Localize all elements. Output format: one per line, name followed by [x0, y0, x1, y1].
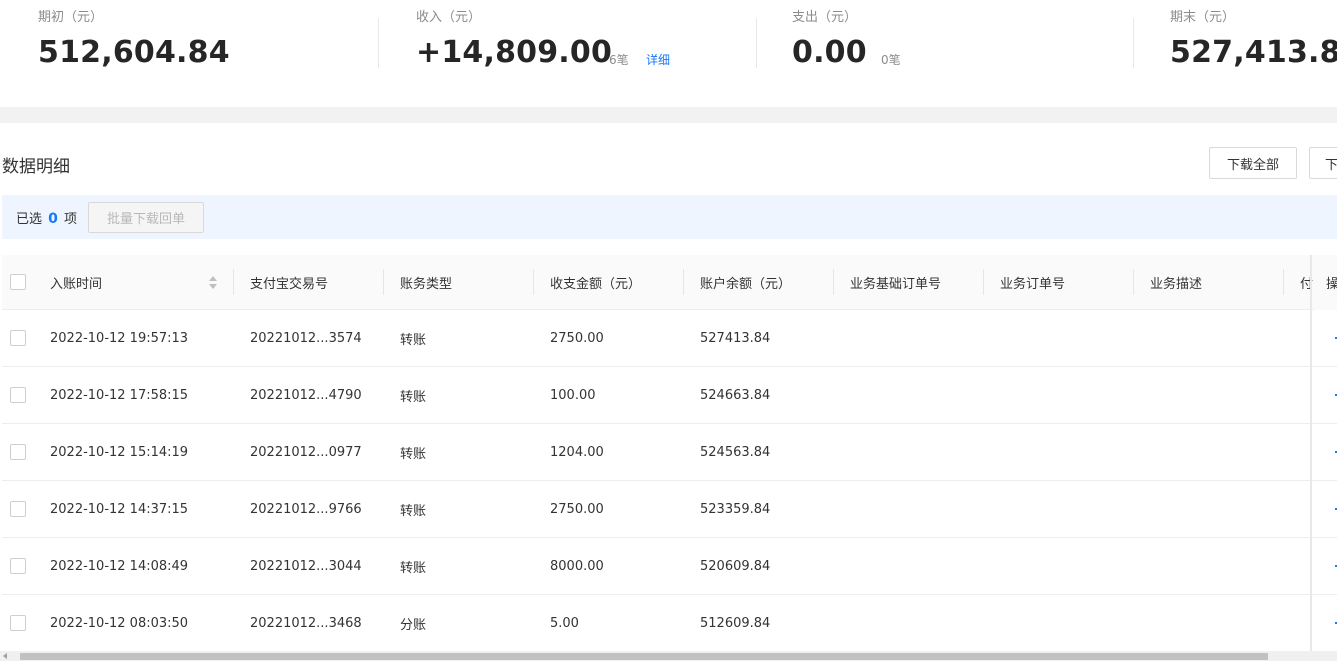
cell-time: 2022-10-12 14:08:49 — [50, 558, 189, 574]
selection-prefix: 已选 — [16, 212, 43, 227]
column-header-amount-label: 收支金额（元） — [550, 277, 642, 292]
selection-bar: 已选 0 项 批量下载回单 — [2, 195, 1337, 239]
cell-trade-no: 20221012...4790 — [250, 387, 362, 403]
column-header-type: 账务类型 — [384, 255, 534, 310]
cell-trade-no: 20221012...3044 — [250, 558, 362, 574]
summary-panel: 期初（元） 512,604.84 收入（元） +14,809.00 6笔 详细 … — [0, 0, 1337, 107]
cell-type: 转账 — [400, 503, 427, 519]
cell-time: 2022-10-12 19:57:13 — [50, 330, 189, 346]
scroll-left-icon[interactable] — [3, 653, 7, 659]
column-header-amount: 收支金额（元） — [534, 255, 684, 310]
income-detail-link[interactable]: 详细 — [646, 51, 670, 68]
column-header-order-label: 业务订单号 — [1000, 277, 1066, 292]
section-title: 数据明细 — [2, 157, 70, 177]
divider — [1133, 18, 1134, 68]
expense-count: 0笔 — [881, 53, 901, 67]
cell-type: 转账 — [400, 560, 427, 576]
transactions-table: 入账时间 支付宝交易号 账务类型 收支金额（元） 账户余额（元） 业务基础订单号… — [2, 255, 1337, 651]
table-row[interactable]: 2022-10-12 17:58:15 20221012...4790 转账 100.… — [2, 367, 1337, 424]
cell-time: 2022-10-12 08:03:50 — [50, 615, 189, 631]
download-button[interactable]: 下 — [1309, 147, 1337, 179]
income-amount: +14,809.00 — [416, 35, 613, 70]
fixed-column-divider — [1310, 255, 1312, 651]
cell-type: 转账 — [400, 332, 427, 348]
table-row[interactable]: 2022-10-12 14:37:15 20221012...9766 转账 2750… — [2, 481, 1337, 538]
cell-balance: 523359.84 — [700, 501, 771, 517]
horizontal-scrollbar[interactable] — [0, 651, 1337, 661]
column-header-payer: 付 — [1284, 255, 1313, 310]
cell-balance: 524663.84 — [700, 387, 771, 403]
selection-status: 已选 0 项 — [16, 208, 77, 227]
column-header-time[interactable]: 入账时间 — [2, 255, 234, 310]
income-card: 收入（元） +14,809.00 6笔 详细 — [416, 0, 746, 107]
column-header-desc: 业务描述 — [1134, 255, 1284, 310]
expense-label: 支出（元） — [792, 10, 858, 25]
download-all-button[interactable]: 下载全部 — [1209, 147, 1297, 179]
cell-time: 2022-10-12 14:37:15 — [50, 501, 189, 517]
cell-time: 2022-10-12 17:58:15 — [50, 387, 189, 403]
cell-trade-no: 20221012...9766 — [250, 501, 362, 517]
cell-amount: 100.00 — [550, 387, 596, 403]
cell-trade-no: 20221012...3574 — [250, 330, 362, 346]
column-header-order: 业务订单号 — [984, 255, 1134, 310]
column-header-op: 操 — [1314, 255, 1337, 310]
closing-balance-amount: 527,413.84 — [1170, 35, 1337, 70]
opening-balance-card: 期初（元） 512,604.84 — [38, 0, 338, 107]
cell-amount: 5.00 — [550, 615, 579, 631]
cell-type: 转账 — [400, 389, 427, 405]
column-header-base-order: 业务基础订单号 — [834, 255, 984, 310]
cell-amount: 2750.00 — [550, 330, 604, 346]
closing-balance-label: 期末（元） — [1170, 10, 1236, 25]
cell-balance: 527413.84 — [700, 330, 771, 346]
income-label: 收入（元） — [416, 10, 482, 25]
expense-card: 支出（元） 0.00 0笔 — [792, 0, 1112, 107]
column-header-time-label: 入账时间 — [50, 277, 103, 292]
column-header-balance-label: 账户余额（元） — [700, 277, 792, 292]
sort-icon[interactable] — [208, 276, 218, 290]
cell-balance: 520609.84 — [700, 558, 771, 574]
cell-amount: 1204.00 — [550, 444, 604, 460]
cell-amount: 8000.00 — [550, 558, 604, 574]
selection-count: 0 — [48, 211, 58, 227]
table-row[interactable]: 2022-10-12 08:03:50 20221012...3468 分账 5.00… — [2, 595, 1337, 651]
cell-type: 转账 — [400, 446, 427, 462]
table-row[interactable]: 2022-10-12 19:57:13 20221012...3574 转账 2750… — [2, 310, 1337, 367]
column-header-balance: 账户余额（元） — [684, 255, 834, 310]
cell-trade-no: 20221012...0977 — [250, 444, 362, 460]
cell-time: 2022-10-12 15:14:19 — [50, 444, 189, 460]
closing-balance-card: 期末（元） 527,413.84 — [1170, 0, 1337, 107]
divider — [756, 18, 757, 68]
cell-balance: 512609.84 — [700, 615, 771, 631]
opening-balance-label: 期初（元） — [38, 10, 104, 25]
income-count: 6笔 — [609, 53, 629, 67]
section-gap — [0, 107, 1337, 123]
cell-balance: 524563.84 — [700, 444, 771, 460]
table-header: 入账时间 支付宝交易号 账务类型 收支金额（元） 账户余额（元） 业务基础订单号… — [2, 255, 1337, 310]
batch-download-receipt-button[interactable]: 批量下载回单 — [88, 202, 204, 233]
cell-amount: 2750.00 — [550, 501, 604, 517]
column-header-type-label: 账务类型 — [400, 277, 453, 292]
column-header-trade-no-label: 支付宝交易号 — [250, 277, 329, 292]
divider — [378, 18, 379, 68]
scrollbar-thumb[interactable] — [20, 653, 1268, 660]
column-header-op-label: 操 — [1326, 277, 1337, 292]
opening-balance-amount: 512,604.84 — [38, 35, 230, 70]
cell-trade-no: 20221012...3468 — [250, 615, 362, 631]
table-row[interactable]: 2022-10-12 15:14:19 20221012...0977 转账 1204… — [2, 424, 1337, 481]
column-header-base-order-label: 业务基础订单号 — [850, 277, 942, 292]
expense-amount: 0.00 — [792, 35, 867, 70]
selection-suffix: 项 — [64, 212, 78, 227]
column-header-desc-label: 业务描述 — [1150, 277, 1203, 292]
table-row[interactable]: 2022-10-12 14:08:49 20221012...3044 转账 8000… — [2, 538, 1337, 595]
cell-type: 分账 — [400, 617, 427, 633]
column-header-trade-no: 支付宝交易号 — [234, 255, 384, 310]
